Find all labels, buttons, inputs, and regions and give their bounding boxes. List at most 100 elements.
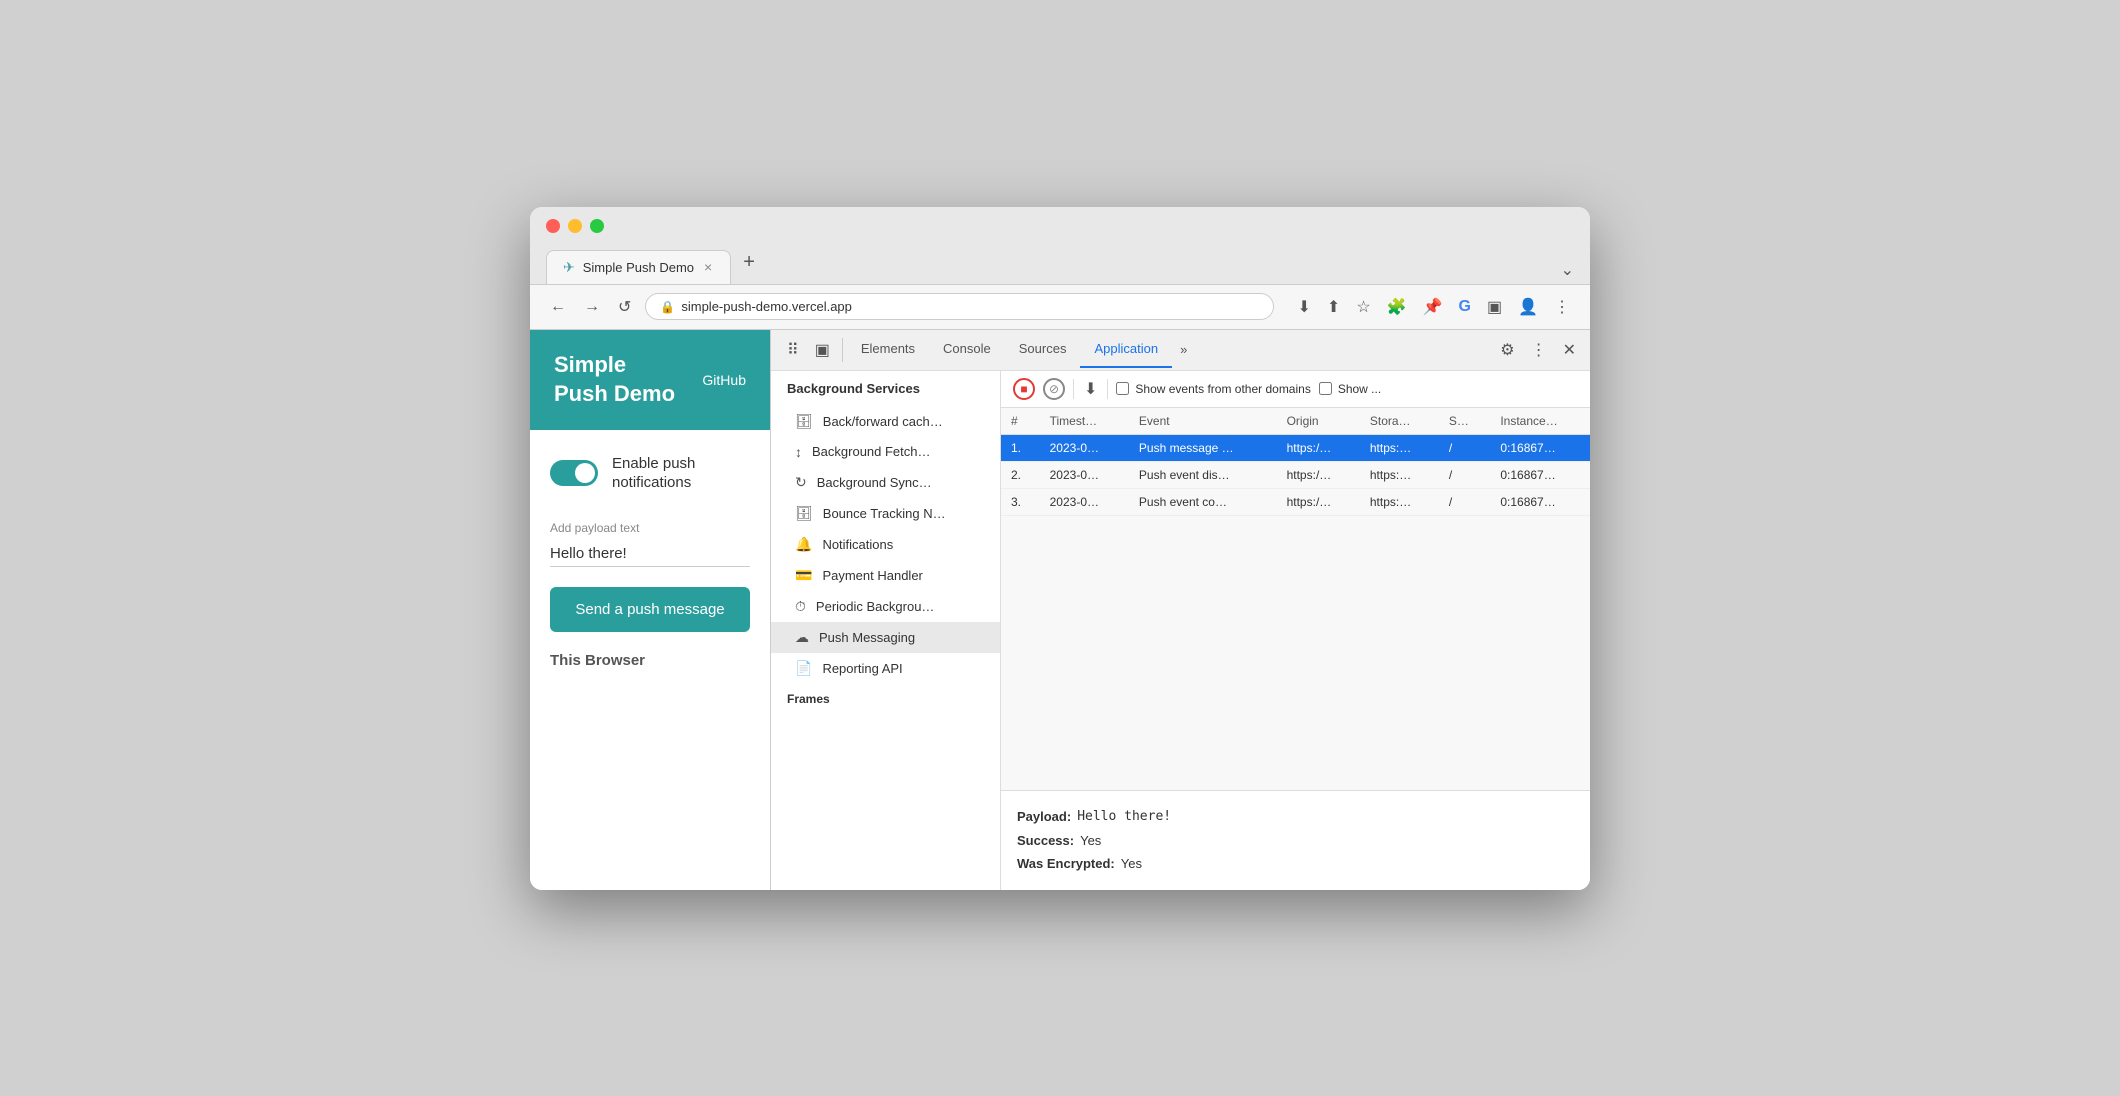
sidebar-item-label-bounce: Bounce Tracking N… (823, 506, 946, 521)
success-val: Yes (1080, 829, 1101, 852)
pin-icon-btn[interactable]: 📌 (1419, 293, 1447, 321)
row3-timestamp: 2023-0… (1040, 488, 1129, 515)
encrypted-val: Yes (1121, 852, 1142, 875)
devtools-select-icon[interactable]: ⠿ (779, 330, 807, 370)
devtools-panel: ⠿ ▣ Elements Console Sources Application… (770, 330, 1590, 890)
payload-section: Add payload text (550, 521, 750, 567)
row1-instance: 0:16867… (1490, 434, 1590, 461)
close-button[interactable] (546, 219, 560, 233)
forward-button[interactable]: → (580, 294, 604, 320)
sidebar-item-bounce[interactable]: 🗄 Bounce Tracking N… (771, 498, 1000, 529)
github-link[interactable]: GitHub (702, 372, 746, 388)
tabs-row: ✈ Simple Push Demo × + ⌄ (546, 243, 1574, 284)
back-button[interactable]: ← (546, 294, 570, 320)
payload-label: Add payload text (550, 521, 750, 535)
tab-application[interactable]: Application (1080, 331, 1172, 368)
send-push-button[interactable]: Send a push message (550, 587, 750, 632)
clear-btn[interactable]: ⊘ (1043, 378, 1065, 400)
bgfetch-icon: ↕ (795, 444, 802, 460)
row2-timestamp: 2023-0… (1040, 461, 1129, 488)
download-icon-btn[interactable]: ⬇ (1294, 293, 1315, 321)
address-bar-input[interactable]: 🔒 simple-push-demo.vercel.app (645, 293, 1273, 320)
export-btn[interactable]: ⬇ (1082, 377, 1099, 401)
sidebar-item-bgsync[interactable]: ↻ Background Sync… (771, 467, 1000, 498)
tab-end: ⌄ (1561, 260, 1574, 284)
tab-console[interactable]: Console (929, 331, 1005, 368)
google-icon-btn[interactable]: G (1455, 294, 1475, 320)
bgsync-icon: ↻ (795, 474, 807, 491)
show-other-domains-text: Show events from other domains (1135, 382, 1310, 396)
toolbar-separator-2 (1107, 379, 1108, 399)
record-stop-btn[interactable]: ■ (1013, 378, 1035, 400)
sidebar-item-backforward[interactable]: 🗄 Back/forward cach… (771, 406, 1000, 437)
refresh-button[interactable]: ↺ (614, 293, 635, 321)
push-toggle[interactable] (550, 460, 598, 486)
detail-success-row: Success: Yes (1017, 829, 1574, 852)
website-panel: SimplePush Demo GitHub Enable pushnotifi… (530, 330, 770, 890)
show-other-domains-checkbox[interactable] (1116, 382, 1129, 395)
show-text: Show ... (1338, 382, 1381, 396)
row2-num: 2. (1001, 461, 1040, 488)
event-row-2[interactable]: 2. 2023-0… Push event dis… https:/… http… (1001, 461, 1590, 488)
sidebar-item-label-backforward: Back/forward cach… (823, 414, 943, 429)
site-title: SimplePush Demo (554, 351, 675, 408)
sidebar-item-notifications[interactable]: 🔔 Notifications (771, 529, 1000, 560)
col-s: S… (1439, 408, 1491, 435)
payload-key: Payload: (1017, 805, 1071, 828)
more-menu-btn[interactable]: ⋮ (1550, 293, 1574, 321)
detail-panel: Payload: Hello there! Success: Yes Was E… (1001, 790, 1590, 889)
row2-event: Push event dis… (1129, 461, 1277, 488)
minimize-button[interactable] (568, 219, 582, 233)
tab-close-button[interactable]: × (702, 259, 714, 275)
payment-icon: 💳 (795, 567, 812, 584)
devtools-responsive-icon[interactable]: ▣ (807, 330, 838, 370)
devtools-sidebar: Background Services 🗄 Back/forward cach…… (771, 371, 1001, 890)
row3-instance: 0:16867… (1490, 488, 1590, 515)
tab-dropdown-button[interactable]: ⌄ (1561, 260, 1574, 280)
bounce-icon: 🗄 (795, 505, 813, 522)
new-tab-button[interactable]: + (735, 243, 763, 282)
toolbar-separator (1073, 379, 1074, 399)
push-icon: ☁ (795, 629, 809, 646)
sidebar-item-periodic[interactable]: ⏱ Periodic Backgrou… (771, 591, 1000, 622)
sidebar-item-payment[interactable]: 💳 Payment Handler (771, 560, 1000, 591)
row3-num: 3. (1001, 488, 1040, 515)
sidebar-item-label-reporting: Reporting API (822, 661, 902, 676)
window-controls (546, 219, 1574, 233)
row3-origin: https:/… (1277, 488, 1360, 515)
show-label[interactable]: Show ... (1319, 382, 1381, 396)
row2-instance: 0:16867… (1490, 461, 1590, 488)
lock-icon: 🔒 (660, 300, 675, 314)
reporting-icon: 📄 (795, 660, 812, 677)
events-table-wrap: # Timest… Event Origin Stora… S… Instanc… (1001, 408, 1590, 791)
devtools-more-btn[interactable]: ⋮ (1525, 334, 1553, 366)
row1-origin: https:/… (1277, 434, 1360, 461)
sidebar-item-bgfetch[interactable]: ↕ Background Fetch… (771, 437, 1000, 467)
tab-elements[interactable]: Elements (847, 331, 929, 368)
extensions-icon-btn[interactable]: 🧩 (1383, 293, 1411, 321)
show-checkbox[interactable] (1319, 382, 1332, 395)
show-other-domains-label[interactable]: Show events from other domains (1116, 382, 1310, 396)
devtools-settings-btn[interactable]: ⚙ (1494, 334, 1520, 366)
layout-icon-btn[interactable]: ▣ (1483, 293, 1506, 321)
toggle-knob (575, 463, 595, 483)
maximize-button[interactable] (590, 219, 604, 233)
devtools-events-toolbar: ■ ⊘ ⬇ Show events from other domains Sho… (1001, 371, 1590, 408)
sidebar-item-label-bgfetch: Background Fetch… (812, 444, 931, 459)
event-row-1[interactable]: 1. 2023-0… Push message … https:/… https… (1001, 434, 1590, 461)
payload-input[interactable] (550, 541, 750, 567)
share-icon-btn[interactable]: ⬆ (1323, 293, 1344, 321)
tab-more-button[interactable]: » (1172, 332, 1195, 367)
event-row-3[interactable]: 3. 2023-0… Push event co… https:/… https… (1001, 488, 1590, 515)
site-body: Enable pushnotifications Add payload tex… (530, 430, 770, 693)
devtools-close-btn[interactable]: ✕ (1557, 334, 1582, 366)
sidebar-item-reporting[interactable]: 📄 Reporting API (771, 653, 1000, 684)
row2-s: / (1439, 461, 1491, 488)
sidebar-item-push-messaging[interactable]: ☁ Push Messaging (771, 622, 1000, 653)
encrypted-key: Was Encrypted: (1017, 852, 1115, 875)
row2-storage: https:… (1360, 461, 1439, 488)
active-tab[interactable]: ✈ Simple Push Demo × (546, 250, 731, 284)
bookmark-icon-btn[interactable]: ☆ (1352, 293, 1374, 321)
profile-icon-btn[interactable]: 👤 (1514, 293, 1542, 321)
tab-sources[interactable]: Sources (1005, 331, 1081, 368)
